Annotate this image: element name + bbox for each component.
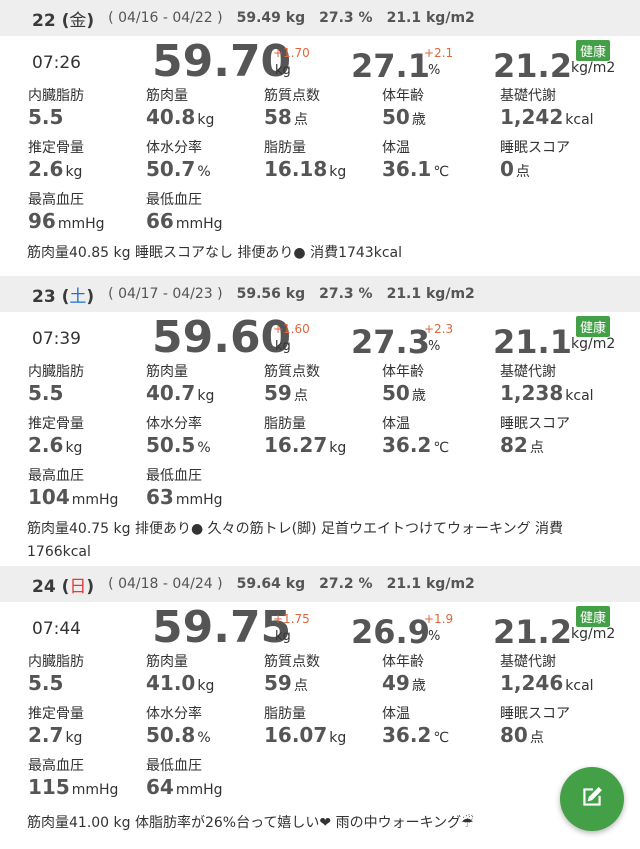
metric-water: 体水分率 50.8% bbox=[146, 706, 211, 747]
metric-systolic: 最高血圧 115 mmHg bbox=[28, 758, 119, 799]
metric-visceral-fat: 内臓脂肪 5.5 bbox=[28, 364, 84, 405]
fat-value: 26.9 bbox=[351, 613, 430, 651]
measure-time: 07:26 bbox=[32, 53, 81, 73]
metric-temperature: 体温 36.2 ℃ bbox=[382, 706, 450, 747]
week-avg-fat: 27.3 % bbox=[319, 10, 373, 26]
health-badge: 健康 bbox=[576, 316, 611, 337]
metric-diastolic: 最低血圧 63 mmHg bbox=[146, 468, 223, 509]
weekday-label: 金 bbox=[69, 10, 87, 31]
week-avg-fat: 27.2 % bbox=[319, 576, 373, 592]
weight-delta: +1.75 bbox=[273, 612, 310, 626]
fat-delta: +2.3 bbox=[424, 322, 454, 336]
fat-unit: % bbox=[428, 339, 441, 354]
metric-bmr: 基礎代謝 1,238 kcal bbox=[500, 364, 594, 405]
week-avg-weight: 59.64 kg bbox=[236, 576, 306, 592]
metric-systolic: 最高血圧 104 mmHg bbox=[28, 468, 119, 509]
metric-bone: 推定骨量 2.6 kg bbox=[28, 140, 84, 181]
day-header[interactable]: 22 (金) ( 04/16 - 04/22 ) 59.49 kg 27.3 %… bbox=[0, 0, 640, 36]
weekday-label: 土 bbox=[69, 286, 87, 307]
fat-value: 27.1 bbox=[351, 47, 430, 85]
bmi-value: 21.2 bbox=[493, 47, 572, 85]
week-avg-fat: 27.3 % bbox=[319, 286, 373, 302]
weekday-label: 日 bbox=[69, 576, 87, 597]
metric-water: 体水分率 50.5% bbox=[146, 416, 211, 457]
weight-value: 59.70 bbox=[152, 36, 292, 87]
fat-value: 27.3 bbox=[351, 323, 430, 361]
metric-muscle: 筋肉量 40.8 kg bbox=[146, 88, 215, 129]
metric-bone: 推定骨量 2.6 kg bbox=[28, 416, 84, 457]
metric-body-age: 体年齢 50 歳 bbox=[382, 364, 426, 405]
metric-bmr: 基礎代謝 1,242 kcal bbox=[500, 88, 594, 129]
metric-body-age: 体年齢 50 歳 bbox=[382, 88, 426, 129]
fat-delta: +1.9 bbox=[424, 612, 454, 626]
week-range: ( 04/17 - 04/23 ) bbox=[108, 286, 223, 302]
measure-time: 07:44 bbox=[32, 619, 81, 639]
day-header[interactable]: 23 (土) ( 04/17 - 04/23 ) 59.56 kg 27.3 %… bbox=[0, 276, 640, 312]
weight-unit: kg bbox=[275, 629, 291, 644]
week-avg-weight: 59.49 kg bbox=[236, 10, 306, 26]
week-range: ( 04/18 - 04/24 ) bbox=[108, 576, 223, 592]
metric-visceral-fat: 内臓脂肪 5.5 bbox=[28, 654, 84, 695]
metric-diastolic: 最低血圧 64 mmHg bbox=[146, 758, 223, 799]
day-memo: 筋肉量40.85 kg 睡眠スコアなし 排便あり● 消費1743kcal bbox=[27, 245, 402, 261]
week-avg-bmi: 21.1 kg/m2 bbox=[386, 576, 475, 592]
metric-bmr: 基礎代謝 1,246 kcal bbox=[500, 654, 594, 695]
weight-value: 59.75 bbox=[152, 602, 292, 653]
day-header[interactable]: 24 (日) ( 04/18 - 04/24 ) 59.64 kg 27.2 %… bbox=[0, 566, 640, 602]
bmi-value: 21.2 bbox=[493, 613, 572, 651]
weight-delta: +1.70 bbox=[273, 46, 310, 60]
metric-muscle-score: 筋質点数 58 点 bbox=[264, 88, 320, 129]
weight-value: 59.60 bbox=[152, 312, 292, 363]
bmi-value: 21.1 bbox=[493, 323, 572, 361]
day-card[interactable]: 07:44 59.75 +1.75 kg 26.9 +1.9 % 21.2 健康… bbox=[0, 602, 640, 849]
bmi-unit: kg/m2 bbox=[571, 60, 616, 76]
metric-fat-mass: 脂肪量 16.07 kg bbox=[264, 706, 347, 747]
weight-unit: kg bbox=[275, 339, 291, 354]
metric-water: 体水分率 50.7% bbox=[146, 140, 211, 181]
fat-unit: % bbox=[428, 629, 441, 644]
day-date: 24 (日) bbox=[32, 576, 95, 597]
day-memo: 筋肉量41.00 kg 体脂肪率が26%台って嬉しい❤ 雨の中ウォーキング☔ bbox=[27, 815, 474, 831]
metric-muscle-score: 筋質点数 59 点 bbox=[264, 364, 320, 405]
metric-systolic: 最高血圧 96 mmHg bbox=[28, 192, 105, 233]
metric-sleep-score: 睡眠スコア 82 点 bbox=[500, 416, 570, 457]
bmi-unit: kg/m2 bbox=[571, 336, 616, 352]
weight-delta: +1.60 bbox=[273, 322, 310, 336]
day-date: 22 (金) bbox=[32, 10, 95, 31]
health-badge: 健康 bbox=[576, 606, 611, 627]
metric-sleep-score: 睡眠スコア 0 点 bbox=[500, 140, 570, 181]
week-avg-bmi: 21.1 kg/m2 bbox=[386, 10, 475, 26]
fat-unit: % bbox=[428, 63, 441, 78]
metric-fat-mass: 脂肪量 16.18 kg bbox=[264, 140, 347, 181]
day-card[interactable]: 07:39 59.60 +1.60 kg 27.3 +2.3 % 21.1 健康… bbox=[0, 312, 640, 566]
metric-fat-mass: 脂肪量 16.27 kg bbox=[264, 416, 347, 457]
metric-temperature: 体温 36.2 ℃ bbox=[382, 416, 450, 457]
health-badge: 健康 bbox=[576, 40, 611, 61]
bmi-unit: kg/m2 bbox=[571, 626, 616, 642]
day-card[interactable]: 07:26 59.70 +1.70 kg 27.1 +2.1 % 21.2 健康… bbox=[0, 36, 640, 276]
edit-fab-button[interactable] bbox=[560, 767, 624, 831]
metric-bone: 推定骨量 2.7 kg bbox=[28, 706, 84, 747]
measure-time: 07:39 bbox=[32, 329, 81, 349]
week-range: ( 04/16 - 04/22 ) bbox=[108, 10, 223, 26]
metric-temperature: 体温 36.1 ℃ bbox=[382, 140, 450, 181]
weight-unit: kg bbox=[275, 63, 291, 78]
metric-muscle: 筋肉量 40.7 kg bbox=[146, 364, 215, 405]
fat-delta: +2.1 bbox=[424, 46, 454, 60]
day-memo: 筋肉量40.75 kg 排便あり● 久々の筋トレ(脚) 足首ウエイトつけてウォー… bbox=[27, 521, 564, 560]
metric-diastolic: 最低血圧 66 mmHg bbox=[146, 192, 223, 233]
week-avg-weight: 59.56 kg bbox=[236, 286, 306, 302]
edit-icon bbox=[579, 784, 605, 814]
metric-muscle: 筋肉量 41.0 kg bbox=[146, 654, 215, 695]
week-avg-bmi: 21.1 kg/m2 bbox=[386, 286, 475, 302]
metric-body-age: 体年齢 49 歳 bbox=[382, 654, 426, 695]
metric-visceral-fat: 内臓脂肪 5.5 bbox=[28, 88, 84, 129]
day-date: 23 (土) bbox=[32, 286, 95, 307]
metric-sleep-score: 睡眠スコア 80 点 bbox=[500, 706, 570, 747]
metric-muscle-score: 筋質点数 59 点 bbox=[264, 654, 320, 695]
